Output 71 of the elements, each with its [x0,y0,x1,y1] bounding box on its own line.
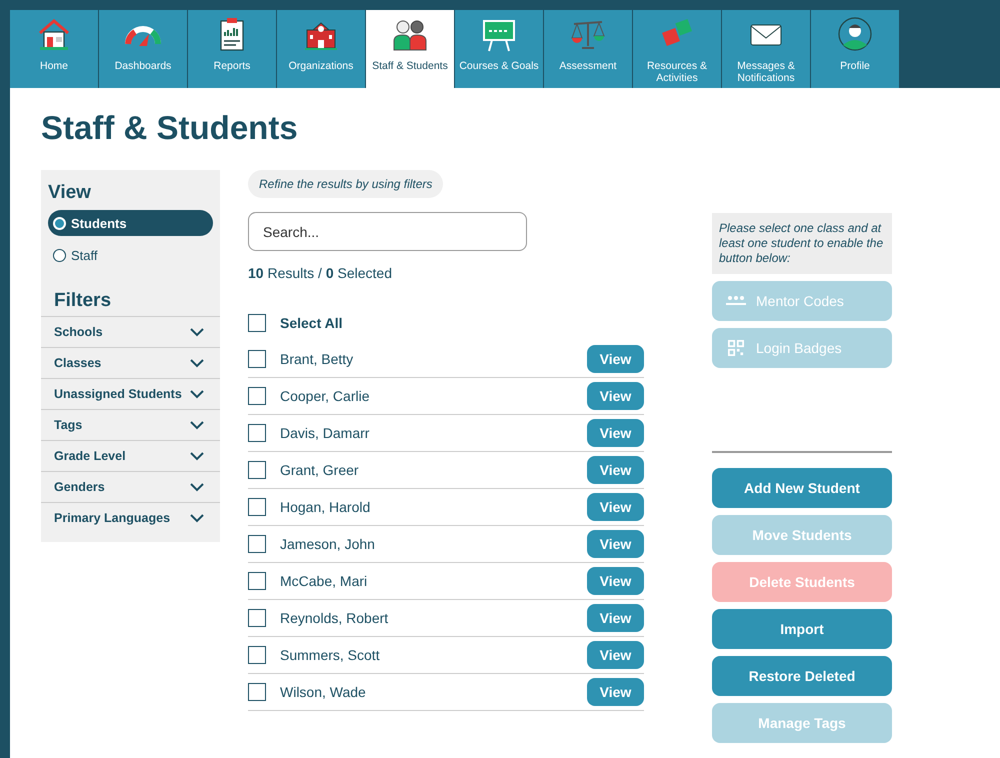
student-name: Brant, Betty [280,351,354,367]
checkbox[interactable] [248,498,266,516]
view-heading: View [47,182,92,204]
action-button[interactable]: Import [712,609,892,649]
checkbox[interactable] [248,461,266,479]
checkbox[interactable] [248,424,266,442]
student-name: McCabe, Mari [280,573,368,589]
filter-item[interactable]: Tags [41,409,220,440]
action-button[interactable]: Restore Deleted [712,656,892,696]
view-button[interactable]: View [587,493,644,521]
result-summary: 10 Results / 0 Selected [248,265,393,281]
filters-heading: Filters [53,290,112,312]
view-button[interactable]: View [587,345,644,373]
nav-tab[interactable]: Organizations [277,10,366,88]
filter-hint: Refine the results by using filters [248,170,444,198]
view-button[interactable]: View [587,604,644,632]
checkbox[interactable] [248,350,266,368]
checkbox[interactable] [248,572,266,590]
view-button[interactable]: View [587,456,644,484]
filter-label: Genders [54,480,105,494]
student-name: Davis, Damarr [280,425,370,441]
view-button[interactable]: View [587,419,644,447]
nav-tab[interactable]: Messages & Notifications [722,10,811,88]
student-name: Summers, Scott [280,647,381,663]
checkbox[interactable] [248,387,266,405]
nav-tab[interactable]: Profile [811,10,900,88]
student-name: Reynolds, Robert [280,610,390,626]
filter-item[interactable]: Primary Languages [41,502,220,533]
checkbox[interactable] [248,314,266,332]
radio-icon [53,216,66,230]
nav-tab[interactable]: Resources & Activities [633,10,722,88]
view-button[interactable]: View [587,641,644,669]
nav-tab[interactable]: Dashboards [99,10,188,88]
student-name: Cooper, Carlie [280,388,370,404]
nav-tab[interactable]: Courses & Goals [455,10,544,88]
view-button[interactable]: View [587,382,644,410]
filter-item[interactable]: Genders [41,471,220,502]
checkbox[interactable] [248,535,266,553]
filter-item[interactable]: Unassigned Students [41,378,220,409]
nav-tab[interactable]: Staff & Students [366,10,455,88]
nav-tab[interactable]: Assessment [544,10,633,88]
nav-tab[interactable]: Home [10,10,99,88]
checkbox[interactable] [248,646,266,664]
radio-icon [53,248,66,262]
view-option[interactable]: Students [48,210,213,236]
view-option[interactable]: Staff [48,242,213,268]
view-button[interactable]: View [587,567,644,595]
student-name: Grant, Greer [280,462,360,478]
filter-label: Grade Level [54,449,126,463]
nav-tab[interactable]: Reports [188,10,277,88]
view-button[interactable]: View [587,678,644,706]
filter-item[interactable]: Classes [41,347,220,378]
filter-item[interactable]: Grade Level [41,440,220,471]
filter-label: Tags [54,418,82,432]
filter-label: Unassigned Students [54,387,182,401]
student-name: Hogan, Harold [280,499,372,515]
filter-label: Schools [54,325,103,339]
view-button[interactable]: View [587,530,644,558]
checkbox[interactable] [248,683,266,701]
filter-label: Primary Languages [54,511,170,525]
checkbox[interactable] [248,609,266,627]
select-all-label: Select All [280,314,343,330]
qr-code-icon [726,340,746,356]
filter-item[interactable]: Schools [41,316,220,347]
class-action-note: Please select one class and at least one student to enable the button below: [712,213,892,274]
page-title: Staff & Students [41,108,299,148]
search-field[interactable]: Search... [248,212,527,251]
filter-label: Classes [54,356,102,370]
student-name: Jameson, John [280,536,376,552]
action-button[interactable]: Add New Student [712,468,892,508]
student-name: Wilson, Wade [280,684,367,700]
